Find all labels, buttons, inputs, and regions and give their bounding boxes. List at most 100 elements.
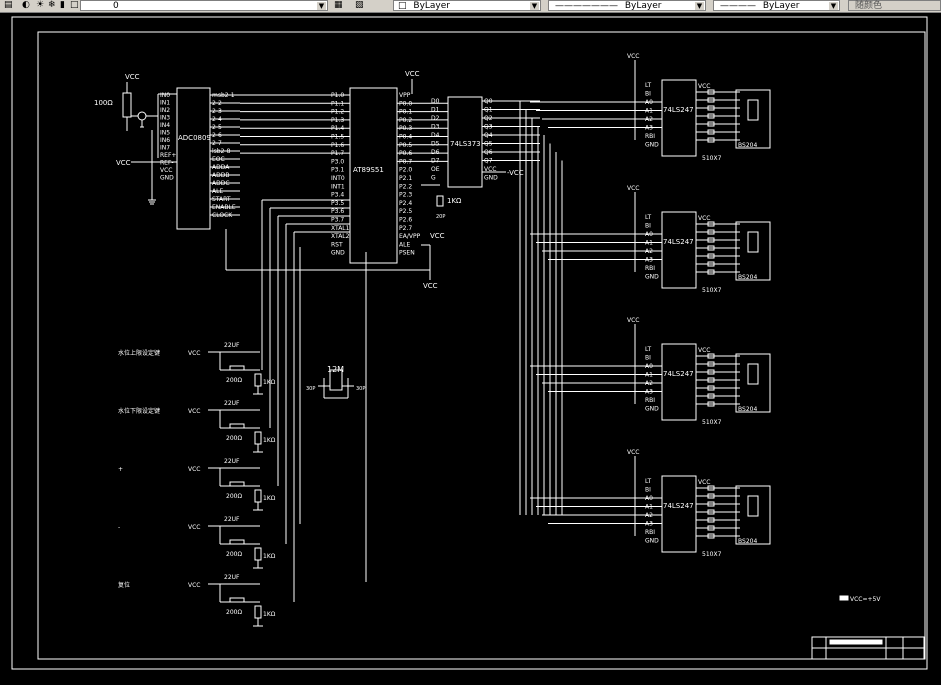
adc-pin-label: IN4	[160, 122, 170, 129]
drawing-canvas[interactable]: ADC0809 IN0 IN1 IN2 IN3 IN4 IN5 IN6 IN7 REF+ REF-…	[0, 12, 941, 681]
seven-seg-digit	[747, 99, 759, 121]
adc-pin-label: IN5	[160, 130, 170, 137]
vcc-label: VCC	[627, 317, 639, 324]
decoder-pin-label: BI	[645, 487, 651, 494]
layer-previous-icon[interactable]: ▧	[355, 0, 364, 11]
key-group: 复位 VCC 22UF 200Ω 1KΩ	[118, 574, 276, 627]
key-label: -	[118, 524, 120, 531]
mcu-pin-label: P3.6	[331, 208, 344, 215]
vcc-label: VCC	[188, 466, 200, 473]
crystal-cap-label: 30P	[356, 386, 365, 392]
plotstyle-value: 随颜色	[855, 1, 883, 11]
color-dropdown[interactable]: □ ByLayer ▼	[393, 0, 541, 11]
decoder-name: 74LS247	[663, 106, 694, 114]
cap-label: 22UF	[224, 458, 240, 465]
decoder-pin-label: LT	[645, 346, 652, 353]
adc-name: ADC0809	[178, 134, 211, 142]
color-value: ByLayer	[413, 1, 450, 11]
decoder-pin-label: RBI	[645, 529, 655, 536]
power-note: VCC=+5V	[839, 595, 881, 603]
vcc-label: VCC	[125, 73, 140, 81]
latch-name: 74LS373	[450, 140, 481, 148]
decoder-pin-label: LT	[645, 478, 652, 485]
vcc-label: VCC	[430, 232, 445, 240]
decoder-chip	[661, 79, 697, 157]
mcu-pin-label: P2.3	[399, 192, 412, 199]
linetype-value: ByLayer	[624, 1, 662, 11]
key-resistor-label: 200Ω	[226, 377, 242, 384]
pull-resistor-label: 1KΩ	[263, 553, 276, 560]
decoder-chip	[661, 475, 697, 553]
plotstyle-dropdown[interactable]: 随颜色	[848, 0, 941, 11]
adc-pin-label: REF-	[160, 160, 174, 167]
display-label: BS204	[738, 406, 757, 413]
latch-pin-label: D7	[431, 158, 440, 165]
layer-state-icon[interactable]: ◐	[22, 0, 30, 11]
seven-seg-display	[735, 353, 771, 413]
adc-pin-label: IN0	[160, 92, 170, 99]
decoder-group: VCC74LS247VCCLTBIA0A1A2A3RBIGND BS204510X…	[530, 449, 771, 558]
adc-pin-label: IN2	[160, 107, 170, 114]
key-label: 复位	[118, 581, 130, 589]
line-sample-icon: ———————	[555, 1, 618, 11]
mcu-pin-label: XTAL2	[331, 233, 350, 240]
mcu-pin-label: P3.5	[331, 200, 344, 207]
vcc-label: VCC	[188, 524, 200, 531]
latch-pin-label: D6	[431, 149, 440, 156]
decoder-pin-label: RBI	[645, 265, 655, 272]
mcu-name: AT89S51	[353, 166, 384, 174]
resistor-label: 510X7	[702, 155, 722, 162]
seven-seg-display	[735, 485, 771, 545]
key-switch	[229, 481, 245, 487]
pull-resistor-label: 1KΩ	[263, 495, 276, 502]
mcu-pin-label: INT0	[331, 175, 345, 182]
seven-seg-digit	[747, 495, 759, 517]
vcc-label: VCC	[188, 582, 200, 589]
data-bus	[519, 101, 563, 515]
layer-dropdown[interactable]: 0 ▼	[80, 0, 328, 11]
key-label: +	[118, 466, 123, 473]
decoder-name: 74LS247	[663, 370, 694, 378]
decoder-group: VCC74LS247VCCLTBIA0A1A2A3RBIGND BS204510X…	[530, 317, 771, 426]
latch-pin-label: D4	[431, 132, 440, 139]
decoder-pin-label: GND	[645, 274, 659, 281]
chevron-down-icon[interactable]: ▼	[317, 2, 326, 10]
decoder-pin-label: RBI	[645, 397, 655, 404]
lineweight-dropdown[interactable]: ———— ByLayer ▼	[713, 0, 840, 11]
linetype-dropdown[interactable]: ——————— ByLayer ▼	[548, 0, 706, 11]
mcu-pin-label: P3.1	[331, 167, 344, 174]
vcc-label: VCC	[627, 449, 639, 456]
cap-label: 22UF	[224, 574, 240, 581]
mcu-pin-label: EA/VPP	[399, 233, 421, 240]
decoder-chip	[661, 211, 697, 289]
pull-resistor	[254, 489, 262, 503]
adc-pin-label: REF+	[160, 152, 176, 159]
key-label: 水位下限设定键	[118, 407, 160, 415]
crystal-cap-label: 30P	[306, 386, 315, 392]
chevron-down-icon[interactable]: ▼	[695, 2, 704, 10]
chevron-down-icon[interactable]: ▼	[530, 2, 539, 10]
mcu-pin-label: ALE	[399, 241, 410, 248]
decoder-pin-label: BI	[645, 91, 651, 98]
latch-pin-label: OE	[431, 166, 440, 173]
line-sample-icon: ————	[720, 1, 756, 11]
mcu-pin-label: P3.4	[331, 192, 344, 199]
decoder-group: VCC74LS247VCCLTBIA0A1A2A3RBIGND BS204510X…	[530, 53, 771, 162]
latch-pin-label: D3	[431, 124, 440, 131]
latch-pin-label: G	[431, 175, 436, 182]
key-resistor-label: 200Ω	[226, 551, 242, 558]
make-current-layer-icon[interactable]: ▦	[334, 0, 343, 11]
adc-chip: ADC0809	[176, 87, 211, 230]
color-swatch-icon: □	[70, 0, 79, 10]
key-resistor-label: 200Ω	[226, 493, 242, 500]
layers-icon[interactable]: ▤	[4, 0, 13, 11]
pull-resistor	[254, 605, 262, 619]
adc-pin-label: IN6	[160, 137, 170, 144]
chevron-down-icon[interactable]: ▼	[829, 2, 838, 10]
key-resistor-label: 200Ω	[226, 435, 242, 442]
title-block	[811, 636, 925, 660]
vcc-label: VCC	[405, 70, 420, 78]
decoder-pin-label: BI	[645, 355, 651, 362]
vcc-label: VCC	[423, 282, 438, 290]
vcc-label: VCC	[188, 350, 200, 357]
